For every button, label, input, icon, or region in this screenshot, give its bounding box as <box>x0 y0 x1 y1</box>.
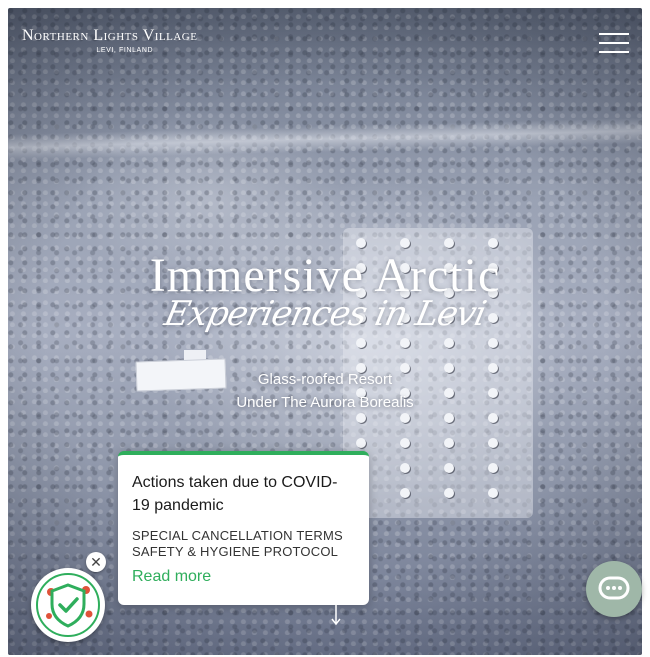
arrow-down-icon[interactable] <box>330 604 342 626</box>
menu-line <box>599 33 629 35</box>
shield-check-virus-icon <box>46 583 93 628</box>
site-logo[interactable]: Northern Lights Village LEVI, FINLAND <box>22 27 197 54</box>
menu-line <box>599 51 629 53</box>
logo-title: Northern Lights Village <box>22 27 198 44</box>
read-more-link[interactable]: Read more <box>132 568 211 586</box>
menu-line <box>599 42 629 44</box>
covid-popup-title: Actions taken due to COVID-19 pandemic <box>132 474 338 514</box>
logo-subtitle: LEVI, FINLAND <box>96 47 154 54</box>
hamburger-menu-icon[interactable] <box>599 30 629 56</box>
chat-bubble-icon[interactable] <box>586 561 642 617</box>
hero-subtitle-line1: Glass-roofed Resort <box>257 371 393 388</box>
cancellation-terms-text: SPECIAL CANCELLATION TERMS <box>132 528 343 543</box>
hero-subtitle-line2: Under The Aurora Borealis <box>236 394 414 411</box>
covid-badge-button[interactable] <box>31 568 105 642</box>
hero-script-line: Experiences in Levi <box>160 294 490 334</box>
chat-glyph <box>598 576 630 600</box>
covid-popup: Actions taken due to COVID-19 pandemic S… <box>118 451 369 605</box>
safety-protocol-text: SAFETY & HYGIENE PROTOCOL <box>132 544 339 559</box>
